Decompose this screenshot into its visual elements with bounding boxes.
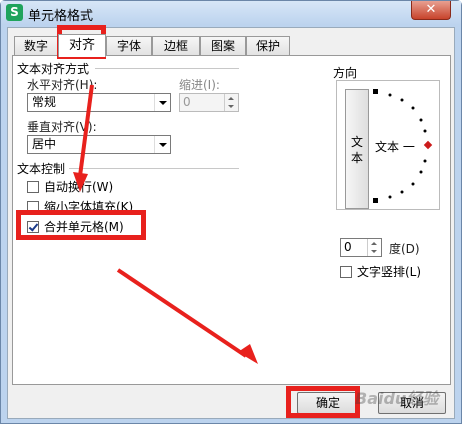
indent-stepper[interactable]: 0 — [179, 93, 239, 112]
text-control-heading: 文本控制 — [17, 162, 66, 176]
tab-alignment[interactable]: 对齐 — [58, 34, 106, 57]
orientation-group: 方向 文本 文本 一 0 度(D) 文字竖排(L) — [331, 64, 442, 288]
orientation-marker[interactable] — [423, 140, 433, 150]
orientation-box: 文本 文本 一 — [336, 80, 440, 210]
orientation-text-label: 文本 一 — [375, 140, 415, 154]
vertical-layout-label: 文字竖排(L) — [357, 265, 422, 279]
degree-value: 0 — [344, 240, 352, 254]
spin-buttons[interactable] — [367, 239, 381, 256]
degree-label: 度(D) — [389, 242, 420, 256]
horizontal-align-select[interactable]: 常规 — [27, 93, 171, 112]
tab-border[interactable]: 边框 — [152, 36, 200, 56]
tab-pattern[interactable]: 图案 — [200, 36, 246, 56]
dialog-title: 单元格格式 — [28, 9, 94, 24]
vertical-align-value: 居中 — [32, 137, 57, 151]
spin-buttons[interactable] — [224, 94, 238, 111]
indent-value: 0 — [183, 95, 191, 109]
tab-font[interactable]: 字体 — [106, 36, 152, 56]
orientation-heading: 方向 — [333, 66, 358, 80]
chevron-down-icon[interactable] — [154, 136, 170, 153]
separator — [95, 68, 239, 69]
horizontal-align-label: 水平对齐(H): — [27, 78, 98, 92]
wps-app-icon: S — [6, 4, 23, 21]
tab-number[interactable]: 数字 — [14, 36, 58, 56]
chevron-down-icon[interactable] — [154, 94, 170, 111]
spin-down-icon — [228, 105, 234, 108]
vertical-align-label: 垂直对齐(V): — [27, 120, 97, 134]
merge-cells-highlight-box — [16, 210, 146, 240]
separator — [69, 168, 239, 169]
vertical-layout-checkbox[interactable] — [340, 266, 352, 278]
vertical-text-button[interactable]: 文本 — [345, 89, 369, 209]
horizontal-align-value: 常规 — [32, 95, 57, 109]
vertical-layout-option[interactable]: 文字竖排(L) — [340, 264, 440, 280]
watermark: Baidu经验 — [355, 389, 439, 408]
degree-stepper[interactable]: 0 — [340, 238, 382, 257]
spin-up-icon — [228, 97, 234, 100]
indent-label: 缩进(I): — [179, 78, 220, 92]
tab-protection[interactable]: 保护 — [246, 36, 290, 56]
dial-bottom-marker — [373, 198, 378, 203]
vertical-align-select[interactable]: 居中 — [27, 135, 171, 154]
close-button[interactable]: ✕ — [411, 1, 451, 20]
wrap-text-label: 自动换行(W) — [44, 180, 114, 194]
title-bar: S 单元格格式 ✕ — [1, 1, 461, 25]
text-alignment-heading: 文本对齐方式 — [17, 62, 90, 76]
spin-down-icon — [371, 250, 377, 253]
ok-button-highlight-box — [286, 386, 360, 418]
dial-top-marker — [373, 89, 378, 94]
wrap-text-option[interactable]: 自动换行(W) — [27, 179, 187, 195]
spin-up-icon — [371, 242, 377, 245]
wrap-text-checkbox[interactable] — [27, 181, 39, 193]
